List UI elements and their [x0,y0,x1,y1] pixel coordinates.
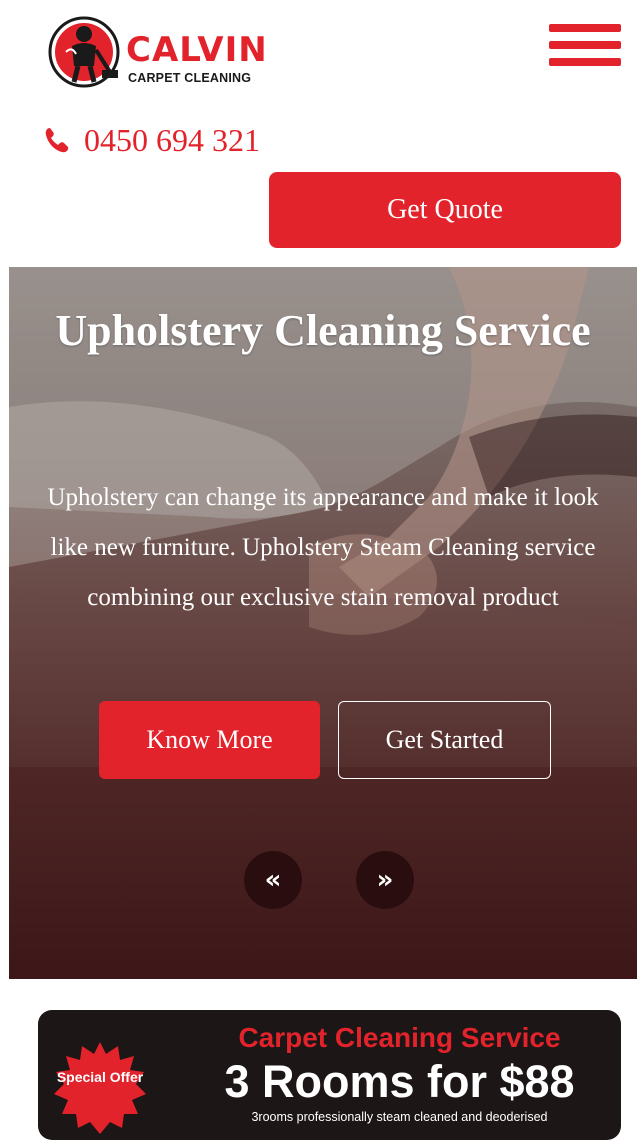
double-chevron-right-icon: » [376,865,394,895]
phone-icon [45,128,69,153]
slider-next-button[interactable]: » [356,851,414,909]
special-offer-banner[interactable]: Special Offer Carpet Cleaning Service 3 … [38,1010,621,1140]
double-chevron-left-icon: « [264,865,282,895]
menu-bar [549,58,621,66]
hero-description: Upholstery can change its appearance and… [47,484,599,611]
hamburger-menu-icon[interactable] [549,24,621,66]
get-quote-button[interactable]: Get Quote [269,172,621,248]
brand-logo[interactable]: CALVIN CARPET CLEANING [48,12,278,92]
get-started-button[interactable]: Get Started [338,701,551,779]
logo-tagline: CARPET CLEANING [128,71,252,85]
hero-background-image [9,267,637,767]
logo-mascot-icon [48,16,120,88]
hero-slider: Upholstery Cleaning Service Upholstery c… [9,267,637,979]
special-offer-badge-label: Special Offer [56,1069,144,1085]
offer-headline: 3 Rooms for $88 [224,1056,575,1107]
phone-link[interactable]: 0450 694 321 [44,118,260,162]
slider-prev-button[interactable]: « [244,851,302,909]
offer-title: Carpet Cleaning Service [238,1022,561,1053]
offer-subtitle: 3rooms professionally steam cleaned and … [251,1110,548,1124]
phone-number: 0450 694 321 [84,121,260,158]
logo-name: CALVIN [126,30,268,70]
know-more-button[interactable]: Know More [99,701,320,779]
starburst-badge-icon [54,1042,146,1134]
menu-bar [549,41,621,49]
site-header: CALVIN CARPET CLEANING [0,0,638,100]
hero-title: Upholstery Cleaning Service [55,306,591,355]
menu-bar [549,24,621,32]
